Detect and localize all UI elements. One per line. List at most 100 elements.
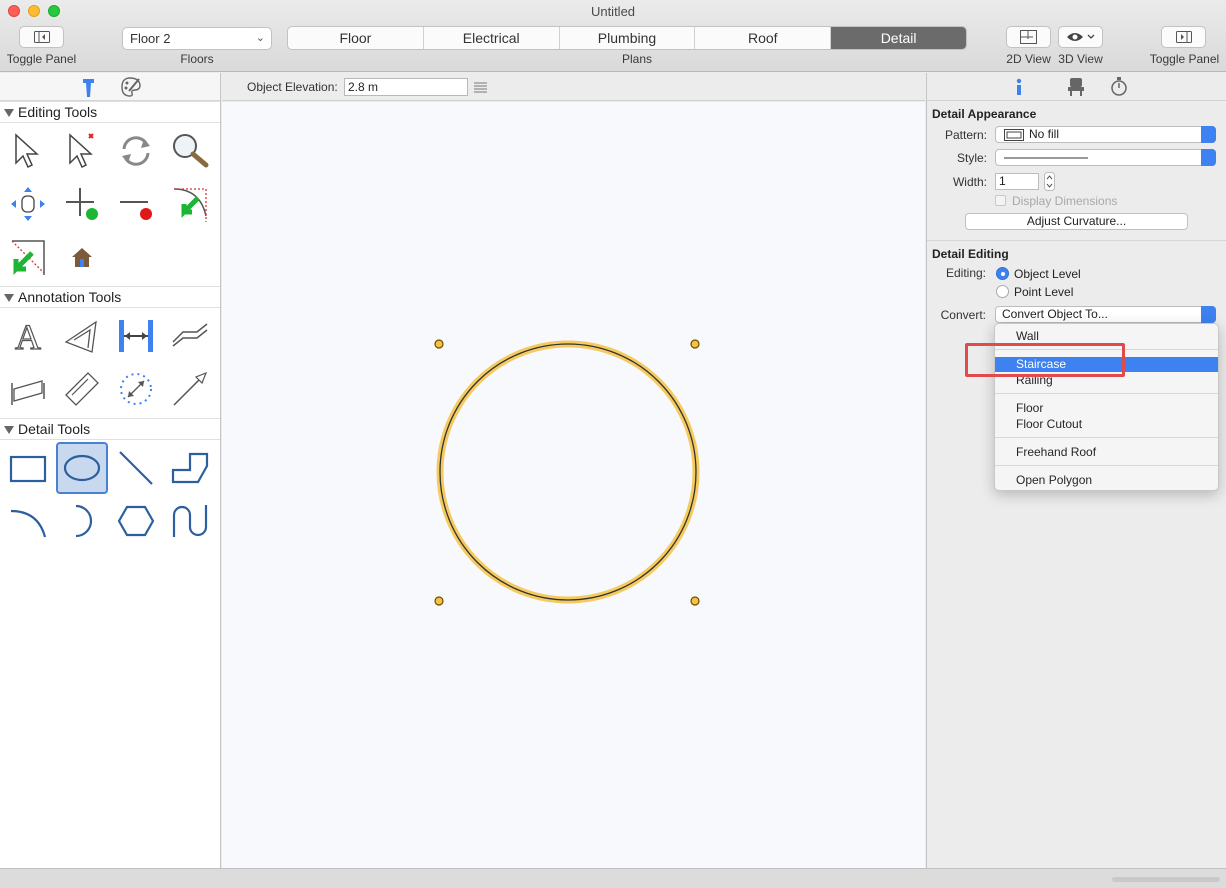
toggle-right-panel-button[interactable] (1161, 26, 1206, 48)
radial-dimension-tool[interactable] (110, 363, 162, 415)
text-tool[interactable]: A (2, 310, 54, 362)
tab-plumbing[interactable]: Plumbing (560, 27, 696, 49)
annotation-highlight-box (965, 343, 1125, 377)
line-style-preview-icon (1004, 157, 1088, 159)
rotate-tool[interactable] (110, 125, 162, 177)
polyline-tool[interactable] (164, 442, 216, 494)
zoom-magnifier-icon (173, 134, 209, 168)
toggle-left-panel-button[interactable] (19, 26, 64, 48)
object-elevation-input[interactable]: 2.8 m (344, 78, 468, 96)
text-icon: A (14, 316, 41, 356)
view-2d-label: 2D View (1006, 52, 1051, 66)
tab-roof[interactable]: Roof (695, 27, 832, 49)
selection-handle[interactable] (690, 596, 700, 606)
pan-tool[interactable] (2, 178, 54, 230)
furniture-chair-icon[interactable] (1067, 77, 1085, 97)
menu-item-wall[interactable]: Wall (995, 329, 1218, 344)
menu-item-floor-cutout[interactable]: Floor Cutout (995, 417, 1218, 432)
window-title: Untitled (590, 4, 636, 19)
editing-tools-header[interactable]: Editing Tools (0, 101, 220, 123)
eye-icon (1066, 33, 1094, 41)
select-tool[interactable] (2, 125, 54, 177)
info-icon[interactable] (1011, 78, 1027, 96)
horizontal-scrollbar[interactable] (1112, 877, 1220, 882)
split-corner-tool[interactable] (2, 231, 54, 283)
half-arc-tool[interactable] (56, 495, 108, 547)
floors-label: Floors (180, 52, 214, 66)
floor-select-value: Floor 2 (130, 31, 171, 46)
dimension-tool[interactable] (110, 310, 162, 362)
menu-item-open-polygon[interactable]: Open Polygon (995, 473, 1218, 488)
pattern-select[interactable]: No fill (995, 126, 1216, 143)
list-menu-icon[interactable] (474, 81, 487, 93)
object-level-radio[interactable] (996, 267, 1009, 280)
tab-floor[interactable]: Floor (288, 27, 424, 49)
join-corner-tool[interactable] (164, 178, 216, 230)
dimension-aligned-tool[interactable] (164, 310, 216, 362)
chevron-down-icon (1201, 306, 1216, 323)
hexagon-tool[interactable] (110, 495, 162, 547)
line-style-select[interactable] (995, 149, 1216, 166)
tab-electrical[interactable]: Electrical (424, 27, 560, 49)
toolbar: Untitled Toggle Panel Floor 2 ⌄ Floors F… (0, 0, 1226, 72)
dimension-angle-tool[interactable] (2, 363, 54, 415)
status-bar (0, 868, 1226, 888)
dimension-slanted-tool[interactable] (56, 363, 108, 415)
toggle-left-panel-label: Toggle Panel (6, 52, 77, 66)
width-stepper[interactable] (1044, 172, 1055, 191)
stopwatch-icon[interactable] (1110, 77, 1128, 97)
dimension-icon (119, 320, 153, 352)
selection-handle[interactable] (434, 339, 444, 349)
select-point-icon (69, 133, 94, 169)
curve-tool[interactable] (164, 495, 216, 547)
add-point-icon (66, 188, 98, 220)
object-elevation-label: Object Elevation: (247, 80, 338, 94)
editing-tools-label: Editing Tools (18, 104, 98, 120)
app-window: Untitled Toggle Panel Floor 2 ⌄ Floors F… (0, 0, 1226, 888)
adjust-curvature-button[interactable]: Adjust Curvature... (965, 213, 1188, 230)
menu-item-floor[interactable]: Floor (995, 401, 1218, 416)
display-dimensions-checkbox[interactable] (995, 195, 1006, 206)
annotation-tools-header[interactable]: Annotation Tools (0, 286, 220, 308)
drawing-canvas[interactable] (222, 102, 925, 868)
zoom-tool[interactable] (164, 125, 216, 177)
tools-panel: Editing Tools Annotation Tools A Detail … (0, 73, 221, 868)
view-2d-button[interactable] (1006, 26, 1051, 48)
rectangle-tool[interactable] (2, 442, 54, 494)
width-input[interactable]: 1 (995, 173, 1039, 190)
menu-item-freehand-roof[interactable]: Freehand Roof (995, 445, 1218, 460)
floorplan-icon (1020, 30, 1037, 44)
view-3d-button[interactable] (1058, 26, 1103, 48)
display-dimensions-label: Display Dimensions (1012, 194, 1118, 208)
select-point-tool[interactable] (56, 125, 108, 177)
detail-tools-header[interactable]: Detail Tools (0, 418, 220, 440)
tools-panel-tabs (0, 73, 220, 101)
convert-object-select[interactable]: Convert Object To... (995, 306, 1216, 323)
arc-tool[interactable] (2, 495, 54, 547)
annotation-tools-grid: A (0, 308, 220, 418)
house-tool[interactable] (56, 231, 108, 283)
tab-detail[interactable]: Detail (831, 27, 966, 49)
plans-label: Plans (621, 52, 653, 66)
arrow-line-tool[interactable] (164, 363, 216, 415)
floor-select[interactable]: Floor 2 ⌄ (122, 27, 272, 50)
hammer-icon[interactable] (80, 76, 98, 98)
pattern-value: No fill (1029, 127, 1060, 141)
dimension-angle-icon (11, 380, 45, 405)
point-level-label: Point Level (1014, 285, 1074, 299)
add-point-tool[interactable] (56, 178, 108, 230)
pattern-swatch-icon (1004, 129, 1024, 141)
line-icon (119, 451, 153, 485)
selection-handle[interactable] (690, 339, 700, 349)
inspector-tabs (927, 73, 1226, 101)
palette-brush-icon[interactable] (120, 76, 142, 98)
ellipse-tool[interactable] (56, 442, 108, 494)
disclosure-triangle-icon (4, 426, 14, 434)
selection-handle[interactable] (434, 596, 444, 606)
line-tool[interactable] (110, 442, 162, 494)
remove-point-tool[interactable] (110, 178, 162, 230)
detail-appearance-header: Detail Appearance (932, 107, 1037, 121)
text-angled-tool[interactable] (56, 310, 108, 362)
point-level-radio[interactable] (996, 285, 1009, 298)
editing-tools-grid (0, 123, 220, 286)
